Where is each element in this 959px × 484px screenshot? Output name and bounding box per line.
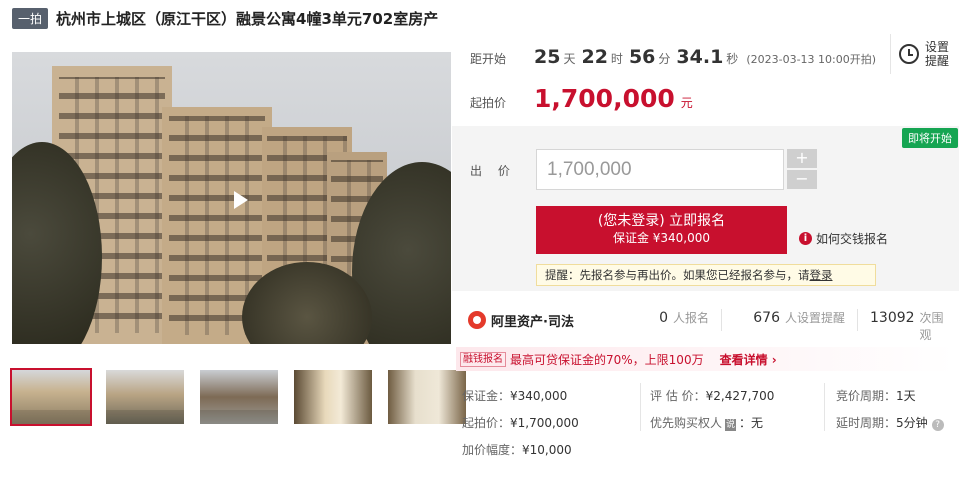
loan-details-link[interactable]: 查看详情 ›: [720, 351, 777, 368]
reminders-count: 676: [753, 310, 780, 326]
reminders-label: 人设置提醒: [784, 311, 845, 325]
stat-reminders: 676 人设置提醒: [722, 309, 858, 331]
login-link[interactable]: 登录: [810, 268, 833, 282]
start-time-note: (2023-03-13 10:00开拍): [746, 53, 877, 66]
start-price-label: 起拍价: [470, 96, 507, 110]
bid-label: 出 价: [470, 164, 516, 178]
priority-label: 优先购买权人: [650, 416, 723, 430]
title-bar: 一拍 杭州市上城区（原江干区）融景公寓4幢3单元702室房产: [12, 7, 438, 29]
page-title: 杭州市上城区（原江干区）融景公寓4幢3单元702室房产: [56, 9, 439, 28]
appraisal-row: 评 估 价：¥2,427,700: [650, 387, 774, 404]
countdown: 距开始 25 天 22 时 56 分 34.1 秒 (2023-03-13 10…: [470, 46, 876, 70]
brand-name: 阿里资产·司法: [491, 314, 574, 330]
detail-start-price-value: ¥1,700,000: [510, 416, 579, 430]
help-icon[interactable]: ?: [931, 419, 944, 431]
bid-panel: 即将开始 出 价 1,700,000 + − (您未登录) 立即报名 保证金 ¥…: [452, 126, 959, 291]
play-icon[interactable]: [234, 191, 248, 209]
increment-label: 加价幅度：: [462, 443, 523, 457]
reminder-tip-text: 提醒：先报名参与再出价。如果您已经报名参与，请: [545, 268, 810, 282]
loan-banner: 融钱报名 最高可贷保证金的70%，上限100万 查看详情 ›: [456, 347, 955, 371]
signups-label: 人报名: [672, 311, 709, 325]
main-photo[interactable]: [12, 52, 451, 344]
increment-value: ¥10,000: [522, 443, 572, 457]
set-reminder-button[interactable]: 设置提醒: [890, 34, 959, 74]
info-icon: i: [799, 232, 812, 245]
deposit-value: ¥340,000: [510, 389, 568, 403]
appraisal-value: ¥2,427,700: [705, 389, 775, 403]
countdown-days-unit: 天: [563, 52, 576, 66]
delay-label: 延时周期：: [836, 416, 897, 430]
brand-logo: 阿里资产·司法: [468, 311, 618, 330]
cycle-label: 竞价周期：: [836, 389, 897, 403]
deposit-row: 保证金：¥340,000: [462, 387, 567, 404]
signup-button-label: (您未登录) 立即报名: [597, 213, 726, 229]
cycle-value: 1天: [896, 389, 916, 403]
countdown-hours: 22: [581, 46, 608, 68]
delay-row: 延时周期：5分钟?: [836, 414, 944, 431]
stat-signups: 0 人报名: [618, 309, 722, 331]
alibaba-logo-icon: [468, 311, 486, 329]
thumbnail-1[interactable]: [10, 368, 92, 426]
detail-start-price-row: 起拍价：¥1,700,000: [462, 414, 579, 431]
increase-bid-button[interactable]: +: [787, 149, 817, 168]
countdown-days: 25: [534, 46, 561, 68]
how-to-pay-link[interactable]: i 如何交钱报名: [799, 230, 888, 247]
decrease-bid-button[interactable]: −: [787, 170, 817, 189]
bid-amount-input[interactable]: 1,700,000: [536, 149, 784, 190]
start-price-row: 起拍价 1,700,000 元: [470, 84, 693, 113]
priority-row: 优先购买权人说：无: [650, 414, 763, 431]
reminder-tip: 提醒：先报名参与再出价。如果您已经报名参与，请登录: [536, 264, 876, 286]
countdown-hours-unit: 时: [610, 52, 623, 66]
priority-value: ：无: [739, 416, 764, 430]
start-price-unit: 元: [680, 96, 693, 110]
divider: [640, 383, 641, 431]
detail-start-price-label: 起拍价：: [462, 416, 511, 430]
countdown-seconds-unit: 秒: [726, 52, 739, 66]
loan-text: 最高可贷保证金的70%，上限100万: [510, 352, 704, 367]
divider: [824, 383, 825, 431]
alarm-clock-icon: [899, 44, 919, 64]
thumbnail-strip: [10, 368, 466, 426]
thumbnail-5[interactable]: [388, 370, 466, 424]
views-label: 次围观: [919, 311, 944, 342]
thumbnail-3[interactable]: [200, 370, 278, 424]
stats-row: 阿里资产·司法 0 人报名 676 人设置提醒 13092 次围观: [468, 309, 959, 342]
countdown-seconds: 34.1: [676, 46, 724, 68]
countdown-label: 距开始: [470, 52, 507, 66]
how-to-pay-label: 如何交钱报名: [816, 232, 889, 246]
increment-row: 加价幅度：¥10,000: [462, 441, 572, 458]
views-count: 13092: [870, 310, 915, 326]
set-reminder-label: 设置提醒: [925, 40, 950, 68]
thumbnail-4[interactable]: [294, 370, 372, 424]
signup-button[interactable]: (您未登录) 立即报名 保证金 ¥340,000: [536, 206, 787, 254]
stat-views: 13092 次围观: [858, 309, 958, 342]
signups-count: 0: [659, 310, 668, 326]
auction-round-tag: 一拍: [12, 7, 49, 29]
thumbnail-2[interactable]: [106, 370, 184, 424]
loan-tag: 融钱报名: [460, 351, 506, 367]
countdown-minutes-unit: 分: [658, 52, 671, 66]
cycle-row: 竞价周期：1天: [836, 387, 916, 404]
delay-value: 5分钟: [896, 416, 928, 430]
priority-tag: 说: [725, 419, 737, 431]
status-badge: 即将开始: [902, 128, 958, 148]
signup-deposit-label: 保证金 ¥340,000: [612, 231, 711, 245]
appraisal-label: 评 估 价：: [650, 389, 706, 403]
deposit-label: 保证金：: [462, 389, 511, 403]
countdown-minutes: 56: [628, 46, 656, 68]
start-price-value: 1,700,000: [534, 84, 675, 113]
